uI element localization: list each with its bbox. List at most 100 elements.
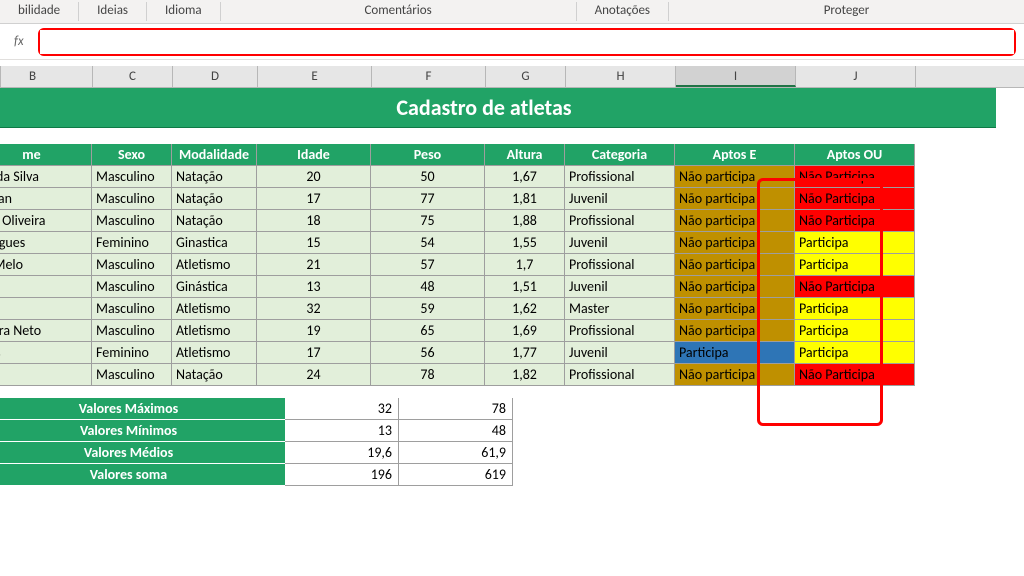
col-header-B[interactable]: B bbox=[0, 66, 93, 87]
cell-categoria[interactable]: Juvenil bbox=[565, 188, 675, 210]
col-header-I[interactable]: I bbox=[676, 66, 796, 87]
cell-aptos-ou[interactable]: Não Participa bbox=[795, 166, 915, 188]
summary-peso[interactable]: 619 bbox=[399, 464, 513, 486]
cell-aptos-ou[interactable]: Participa bbox=[795, 254, 915, 276]
cell-sexo[interactable]: Masculino bbox=[92, 166, 172, 188]
cell-aptos-e[interactable]: Não participa bbox=[675, 298, 795, 320]
cell-idade[interactable]: 21 bbox=[257, 254, 371, 276]
cell-nome[interactable]: de Melo bbox=[0, 254, 92, 276]
cell-peso[interactable]: 77 bbox=[371, 188, 485, 210]
col-header-H[interactable]: H bbox=[566, 66, 676, 87]
cell-nome[interactable] bbox=[0, 364, 92, 386]
cell-sexo[interactable]: Masculino bbox=[92, 276, 172, 298]
summary-idade[interactable]: 19,6 bbox=[285, 442, 399, 464]
cell-categoria[interactable]: Profissional bbox=[565, 166, 675, 188]
cell-idade[interactable]: 17 bbox=[257, 342, 371, 364]
col-altura[interactable]: Altura bbox=[485, 144, 565, 166]
cell-altura[interactable]: 1,81 bbox=[485, 188, 565, 210]
summary-peso[interactable]: 61,9 bbox=[399, 442, 513, 464]
col-header-F[interactable]: F bbox=[372, 66, 486, 87]
cell-mod[interactable]: Atletismo bbox=[172, 320, 257, 342]
cell-aptos-e[interactable]: Não participa bbox=[675, 188, 795, 210]
cell-nome[interactable]: Furlan bbox=[0, 188, 92, 210]
cell-mod[interactable]: Atletismo bbox=[172, 342, 257, 364]
cell-mod[interactable]: Natação bbox=[172, 210, 257, 232]
cell-nome[interactable]: odrigues bbox=[0, 232, 92, 254]
cell-sexo[interactable]: Feminino bbox=[92, 232, 172, 254]
cell-idade[interactable]: 24 bbox=[257, 364, 371, 386]
cell-aptos-ou[interactable]: Não Participa bbox=[795, 276, 915, 298]
cell-altura[interactable]: 1,7 bbox=[485, 254, 565, 276]
cell-mod[interactable]: Natação bbox=[172, 166, 257, 188]
cell-idade[interactable]: 19 bbox=[257, 320, 371, 342]
cell-sexo[interactable]: Masculino bbox=[92, 188, 172, 210]
table-row[interactable]: MasculinoAtletismo32591,62MasterNão part… bbox=[0, 298, 996, 320]
cell-altura[interactable]: 1,51 bbox=[485, 276, 565, 298]
formula-input[interactable] bbox=[40, 30, 1014, 54]
table-row[interactable]: liveira NetoMasculinoAtletismo19651,69Pr… bbox=[0, 320, 996, 342]
cell-sexo[interactable]: Masculino bbox=[92, 254, 172, 276]
ribbon-item[interactable]: Comentários bbox=[221, 0, 576, 23]
cell-aptos-ou[interactable]: Participa bbox=[795, 298, 915, 320]
cell-mod[interactable]: Ginastica bbox=[172, 232, 257, 254]
cell-nome[interactable] bbox=[0, 298, 92, 320]
cell-altura[interactable]: 1,67 bbox=[485, 166, 565, 188]
table-row[interactable]: s de OliveiraMasculinoNatação18751,88Pro… bbox=[0, 210, 996, 232]
cell-altura[interactable]: 1,82 bbox=[485, 364, 565, 386]
cell-categoria[interactable]: Juvenil bbox=[565, 342, 675, 364]
col-nome[interactable]: me bbox=[0, 144, 92, 166]
cell-aptos-e[interactable]: Não participa bbox=[675, 320, 795, 342]
cell-altura[interactable]: 1,77 bbox=[485, 342, 565, 364]
table-row[interactable]: odriguesFemininoGinastica15541,55Juvenil… bbox=[0, 232, 996, 254]
cell-categoria[interactable]: Master bbox=[565, 298, 675, 320]
cell-categoria[interactable]: Profissional bbox=[565, 254, 675, 276]
cell-aptos-ou[interactable]: Não Participa bbox=[795, 188, 915, 210]
col-header-J[interactable]: J bbox=[796, 66, 916, 87]
cell-mod[interactable]: Atletismo bbox=[172, 254, 257, 276]
cell-idade[interactable]: 20 bbox=[257, 166, 371, 188]
cell-peso[interactable]: 78 bbox=[371, 364, 485, 386]
summary-label[interactable]: Valores Máximos bbox=[0, 398, 285, 420]
cell-peso[interactable]: 59 bbox=[371, 298, 485, 320]
col-header-D[interactable]: D bbox=[173, 66, 258, 87]
cell-categoria[interactable]: Juvenil bbox=[565, 232, 675, 254]
cell-sexo[interactable]: Masculino bbox=[92, 320, 172, 342]
table-row[interactable]: ntosFemininoAtletismo17561,77JuvenilPart… bbox=[0, 342, 996, 364]
fx-icon[interactable]: fx bbox=[8, 34, 30, 49]
col-sexo[interactable]: Sexo bbox=[92, 144, 172, 166]
cell-peso[interactable]: 50 bbox=[371, 166, 485, 188]
cell-altura[interactable]: 1,55 bbox=[485, 232, 565, 254]
summary-idade[interactable]: 32 bbox=[285, 398, 399, 420]
cell-sexo[interactable]: Masculino bbox=[92, 210, 172, 232]
col-modalidade[interactable]: Modalidade bbox=[172, 144, 257, 166]
cell-altura[interactable]: 1,88 bbox=[485, 210, 565, 232]
cell-peso[interactable]: 57 bbox=[371, 254, 485, 276]
cell-peso[interactable]: 65 bbox=[371, 320, 485, 342]
col-aptos-ou[interactable]: Aptos OU bbox=[795, 144, 915, 166]
cell-aptos-ou[interactable]: Não Participa bbox=[795, 364, 915, 386]
cell-categoria[interactable]: Profissional bbox=[565, 210, 675, 232]
cell-sexo[interactable]: Masculino bbox=[92, 298, 172, 320]
ribbon-item[interactable]: Idioma bbox=[147, 0, 220, 23]
cell-peso[interactable]: 56 bbox=[371, 342, 485, 364]
cell-aptos-ou[interactable]: Não Participa bbox=[795, 210, 915, 232]
cell-mod[interactable]: Natação bbox=[172, 188, 257, 210]
cell-mod[interactable]: Natação bbox=[172, 364, 257, 386]
cell-peso[interactable]: 54 bbox=[371, 232, 485, 254]
cell-aptos-e[interactable]: Participa bbox=[675, 342, 795, 364]
summary-label[interactable]: Valores Mínimos bbox=[0, 420, 285, 442]
col-header-G[interactable]: G bbox=[486, 66, 566, 87]
summary-label[interactable]: Valores Médios bbox=[0, 442, 285, 464]
cell-sexo[interactable]: Feminino bbox=[92, 342, 172, 364]
cell-categoria[interactable]: Juvenil bbox=[565, 276, 675, 298]
cell-aptos-ou[interactable]: Participa bbox=[795, 342, 915, 364]
col-peso[interactable]: Peso bbox=[371, 144, 485, 166]
cell-aptos-e[interactable]: Não participa bbox=[675, 210, 795, 232]
cell-aptos-e[interactable]: Não participa bbox=[675, 166, 795, 188]
cell-peso[interactable]: 48 bbox=[371, 276, 485, 298]
cell-mod[interactable]: Atletismo bbox=[172, 298, 257, 320]
table-row[interactable]: de MeloMasculinoAtletismo21571,7Profissi… bbox=[0, 254, 996, 276]
cell-idade[interactable]: 15 bbox=[257, 232, 371, 254]
col-categoria[interactable]: Categoria bbox=[565, 144, 675, 166]
cell-aptos-e[interactable]: Não participa bbox=[675, 364, 795, 386]
